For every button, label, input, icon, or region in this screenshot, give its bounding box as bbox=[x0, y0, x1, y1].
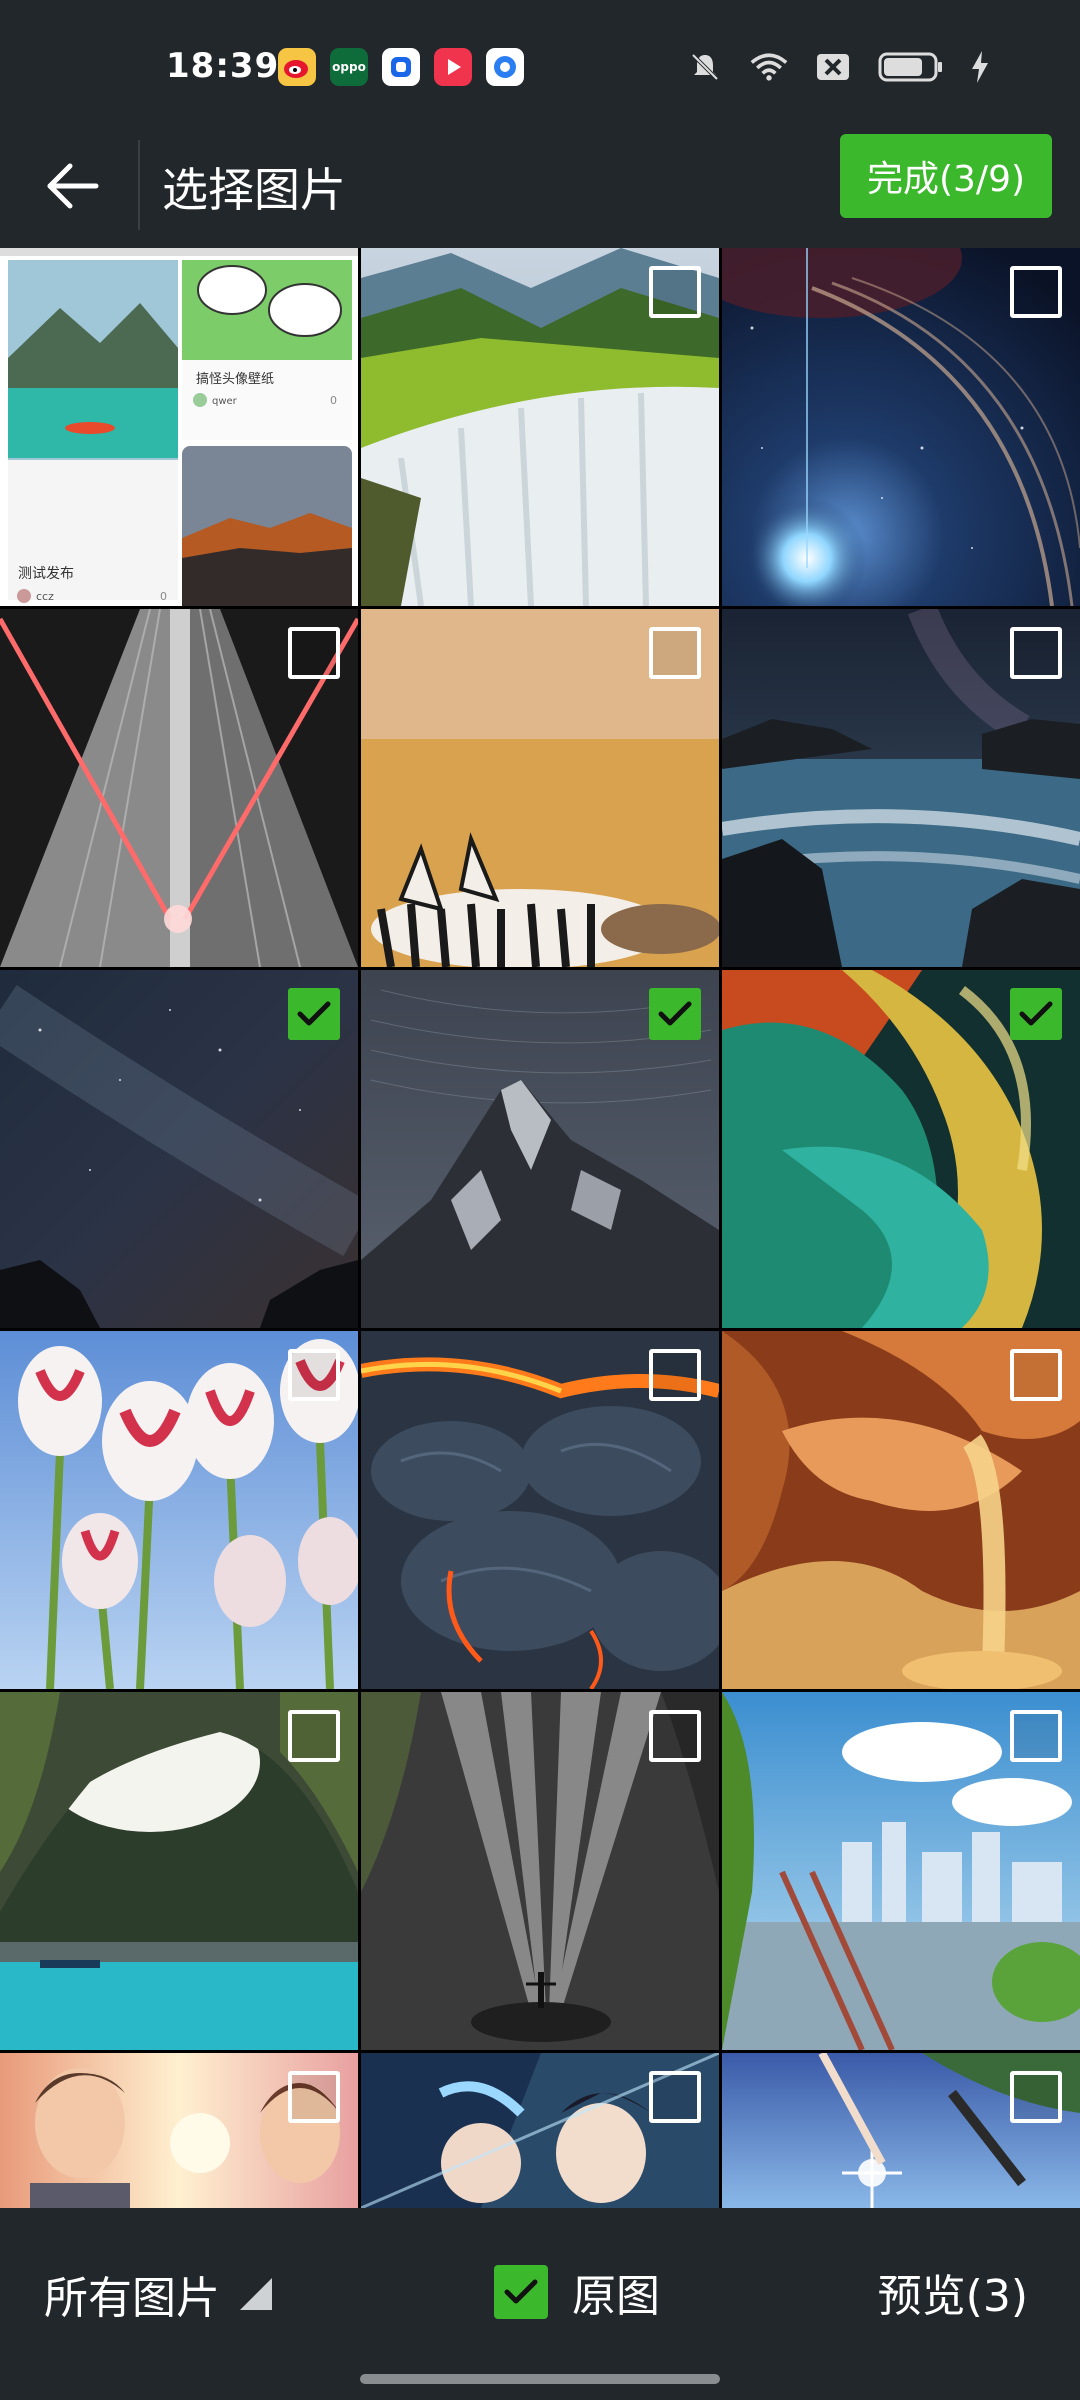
checkmark-icon bbox=[1019, 1001, 1053, 1026]
wifi-icon bbox=[750, 48, 788, 86]
select-checkbox[interactable] bbox=[649, 627, 701, 679]
select-checkbox[interactable] bbox=[1010, 2071, 1062, 2123]
original-label: 原图 bbox=[572, 2271, 660, 2322]
close-box-icon bbox=[814, 48, 852, 86]
album-selector[interactable]: 所有图片 bbox=[44, 2262, 274, 2326]
status-time: 18:39 bbox=[166, 46, 280, 86]
tulips-tile[interactable] bbox=[0, 1331, 358, 1689]
status-bar: 18:39 oppo bbox=[0, 0, 1080, 136]
arrow-left-icon bbox=[47, 163, 99, 209]
select-checkbox[interactable] bbox=[288, 627, 340, 679]
back-button[interactable] bbox=[36, 150, 108, 222]
checkmark-icon bbox=[504, 2279, 538, 2304]
weibo-icon bbox=[278, 48, 316, 86]
user-a: ccz bbox=[36, 590, 54, 603]
caption-a: 测试发布 bbox=[18, 566, 74, 582]
select-checkbox[interactable] bbox=[649, 2071, 701, 2123]
image-grid: 测试发布 ccz 0 搞怪头像壁纸 qwer 0 bbox=[0, 248, 1080, 2208]
select-checkbox[interactable] bbox=[649, 266, 701, 318]
charging-icon bbox=[970, 48, 990, 86]
checkmark-icon bbox=[658, 1001, 692, 1026]
select-checkbox[interactable] bbox=[1010, 1349, 1062, 1401]
system-icons bbox=[686, 48, 990, 86]
bottom-bar: 所有图片 原图 预览(3) bbox=[0, 2208, 1080, 2400]
app-icon-blue-2 bbox=[486, 48, 524, 86]
space-planet-tile[interactable] bbox=[722, 248, 1080, 606]
count-a: 0 bbox=[160, 590, 167, 603]
skyscraper-lasers-tile[interactable] bbox=[0, 609, 358, 967]
waterfall-tile[interactable] bbox=[361, 248, 719, 606]
album-label: 所有图片 bbox=[44, 2273, 220, 2324]
anime-sparkle-tile[interactable] bbox=[722, 2053, 1080, 2208]
zebras-tile[interactable] bbox=[361, 609, 719, 967]
select-checkbox[interactable] bbox=[1010, 266, 1062, 318]
page-title: 选择图片 bbox=[162, 163, 346, 217]
status-app-icons: oppo bbox=[278, 48, 524, 86]
oppo-label: oppo bbox=[332, 60, 366, 74]
count-b: 0 bbox=[330, 394, 337, 407]
mute-icon bbox=[686, 48, 724, 86]
user-b: qwer bbox=[212, 396, 238, 407]
select-checkbox[interactable] bbox=[1010, 1710, 1062, 1762]
dropdown-triangle-icon bbox=[240, 2278, 272, 2310]
lava-tile[interactable] bbox=[361, 1331, 719, 1689]
original-image-toggle[interactable]: 原图 bbox=[494, 2260, 660, 2324]
original-checkbox[interactable] bbox=[494, 2265, 548, 2319]
select-checkbox[interactable] bbox=[288, 2071, 340, 2123]
select-checkbox[interactable] bbox=[649, 1710, 701, 1762]
sea-cave-tile[interactable] bbox=[0, 1692, 358, 2050]
app-screenshot-tile[interactable]: 测试发布 ccz 0 搞怪头像壁纸 qwer 0 bbox=[0, 248, 358, 606]
light-rays-cave-tile[interactable] bbox=[361, 1692, 719, 2050]
caption-b: 搞怪头像壁纸 bbox=[196, 371, 274, 387]
anime-couple-tile[interactable] bbox=[0, 2053, 358, 2208]
anime-city-tile[interactable] bbox=[722, 1692, 1080, 2050]
video-icon-red bbox=[434, 48, 472, 86]
select-checkbox-checked[interactable] bbox=[649, 988, 701, 1040]
select-checkbox-checked[interactable] bbox=[1010, 988, 1062, 1040]
canyon-tile[interactable] bbox=[722, 1331, 1080, 1689]
battery-icon bbox=[878, 48, 944, 86]
oppo-icon: oppo bbox=[330, 48, 368, 86]
select-checkbox-checked[interactable] bbox=[288, 988, 340, 1040]
done-button[interactable]: 完成(3/9) bbox=[840, 134, 1052, 218]
preview-button[interactable]: 预览(3) bbox=[878, 2260, 1028, 2324]
rocky-coast-night-tile[interactable] bbox=[722, 609, 1080, 967]
select-checkbox[interactable] bbox=[288, 1349, 340, 1401]
home-indicator[interactable] bbox=[360, 2374, 720, 2384]
app-icon-blue bbox=[382, 48, 420, 86]
anime-blue-tile[interactable] bbox=[361, 2053, 719, 2208]
select-checkbox[interactable] bbox=[288, 1710, 340, 1762]
app-bar-divider bbox=[138, 140, 140, 230]
milky-way-tile[interactable] bbox=[0, 970, 358, 1328]
abstract-swirl-tile[interactable] bbox=[722, 970, 1080, 1328]
mountain-peak-night-tile[interactable] bbox=[361, 970, 719, 1328]
checkmark-icon bbox=[297, 1001, 331, 1026]
select-checkbox[interactable] bbox=[649, 1349, 701, 1401]
select-checkbox[interactable] bbox=[1010, 627, 1062, 679]
app-bar: 选择图片 完成(3/9) bbox=[0, 124, 1080, 248]
